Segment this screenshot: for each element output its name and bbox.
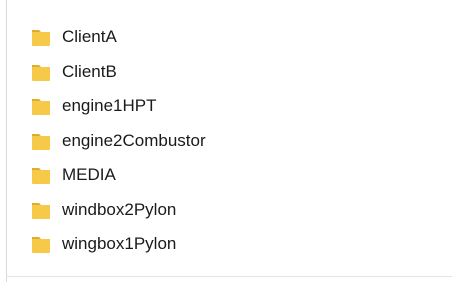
folder-item-clienta[interactable]: ClientA	[30, 20, 430, 55]
folder-item-wingbox1pylon[interactable]: wingbox1Pylon	[30, 227, 430, 262]
folder-item-engine1hpt[interactable]: engine1HPT	[30, 89, 430, 124]
pane-bottom-border	[6, 276, 452, 277]
folder-icon	[32, 168, 50, 185]
folder-name: ClientB	[62, 61, 117, 81]
folder-name: MEDIA	[62, 165, 116, 185]
pane-left-border	[6, 0, 7, 282]
file-list-pane: ClientA ClientB engine1HPT engine2Combus…	[0, 0, 452, 282]
folder-name: engine2Combustor	[62, 130, 206, 150]
folder-icon	[32, 99, 50, 116]
folder-item-engine2combustor[interactable]: engine2Combustor	[30, 124, 430, 159]
folder-item-clientb[interactable]: ClientB	[30, 55, 430, 90]
folder-name: wingbox1Pylon	[62, 234, 177, 254]
folder-name: windbox2Pylon	[62, 199, 177, 219]
folder-icon	[32, 30, 50, 47]
folder-name: ClientA	[62, 27, 117, 47]
folder-icon	[32, 202, 50, 219]
folder-name: engine1HPT	[62, 96, 157, 116]
folder-icon	[32, 64, 50, 81]
folder-icon	[32, 237, 50, 254]
folder-list: ClientA ClientB engine1HPT engine2Combus…	[30, 20, 430, 262]
folder-icon	[32, 133, 50, 150]
folder-item-media[interactable]: MEDIA	[30, 158, 430, 193]
folder-item-windbox2pylon[interactable]: windbox2Pylon	[30, 193, 430, 228]
